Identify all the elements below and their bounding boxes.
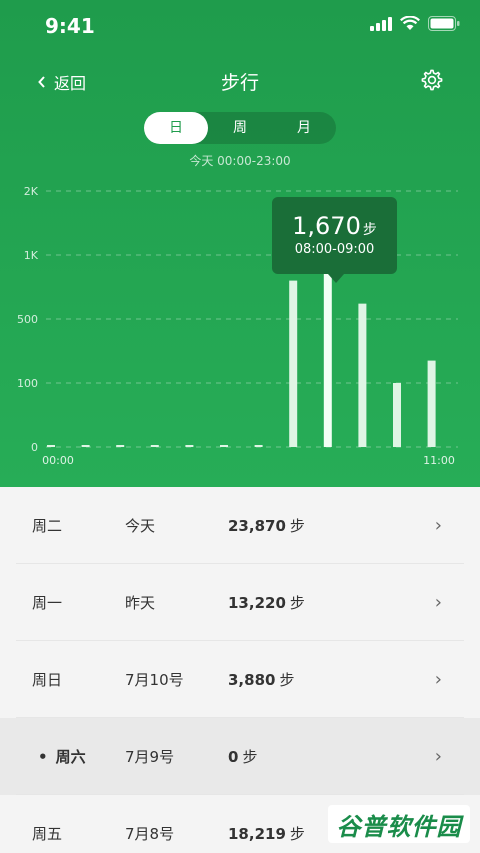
date-label: 7月9号	[125, 748, 175, 766]
weekday-text: 周二	[32, 517, 63, 535]
chevron-right-icon: ›	[434, 669, 442, 690]
x-tick-label: 11:00	[423, 454, 455, 467]
steps-number: 13,220	[228, 594, 286, 612]
status-icons	[370, 16, 460, 31]
y-tick-label: 0	[31, 441, 38, 454]
bar[interactable]	[47, 445, 55, 447]
battery-icon	[428, 16, 460, 31]
steps-unit: 步	[289, 825, 305, 843]
daily-steps-list: 周二 今天 23,870 步 › 周一 昨天 13,220 步 › 周日 7月10号 3,880 步 › • 周…	[0, 487, 480, 853]
chevron-right-icon: ›	[434, 746, 442, 767]
y-tick-label: 100	[17, 377, 38, 390]
x-tick-label: 00:00	[42, 454, 74, 467]
steps-number: 3,880	[228, 671, 276, 689]
steps-bar-chart: 0 100 500 1K 2K 00:00 11:00	[17, 185, 458, 467]
weekday-label: 周五	[32, 823, 62, 844]
steps-unit: 步	[289, 517, 305, 535]
tooltip-unit: 步	[362, 222, 377, 238]
tab-month[interactable]: 月	[272, 112, 336, 144]
weekday-label: 周日	[32, 669, 62, 690]
bar[interactable]	[150, 445, 159, 447]
chart-tooltip: 1,670 步 08:00-09:00	[272, 197, 397, 283]
time-range-label: 今天 00:00-23:00	[189, 154, 291, 168]
weekday-text: 周一	[32, 594, 63, 612]
steps-value: 13,220 步	[228, 592, 305, 613]
bar[interactable]	[358, 303, 367, 447]
weekday-text: 周五	[32, 825, 63, 843]
bar[interactable]	[220, 445, 228, 447]
steps-value: 18,219 步	[228, 823, 305, 844]
list-item[interactable]: 周一 昨天 13,220 步 ›	[0, 564, 480, 641]
settings-gear-icon[interactable]	[420, 68, 444, 92]
bar[interactable]	[427, 360, 436, 447]
steps-number: 0	[228, 748, 239, 766]
bar[interactable]	[254, 445, 263, 447]
status-time: 9:41	[45, 14, 95, 38]
list-item[interactable]: 周二 今天 23,870 步 ›	[0, 487, 480, 564]
chevron-right-icon: ›	[434, 592, 442, 613]
bar[interactable]	[289, 280, 298, 447]
period-segmented-control: 日 周 月	[144, 112, 336, 144]
steps-number: 23,870	[228, 517, 286, 535]
tab-week[interactable]: 周	[208, 112, 272, 144]
steps-unit: 步	[242, 748, 258, 766]
steps-number: 18,219	[228, 825, 286, 843]
steps-value: 3,880 步	[228, 669, 294, 690]
signal-icon	[370, 16, 392, 31]
tooltip-value: 1,670	[292, 212, 361, 240]
steps-value: 0步	[228, 746, 257, 767]
selected-dot: •	[38, 748, 48, 766]
bar[interactable]	[185, 445, 194, 447]
date-label: 7月8号	[125, 825, 175, 843]
watermark-logo: 谷普软件园	[328, 805, 470, 843]
bar[interactable]	[393, 383, 401, 447]
tooltip-range: 08:00-09:00	[294, 242, 375, 257]
list-item[interactable]: 周日 7月10号 3,880 步 ›	[0, 641, 480, 718]
y-tick-label: 1K	[24, 249, 39, 262]
nav-bar: 返回 步行	[0, 62, 480, 102]
wifi-icon	[400, 16, 420, 30]
page-title: 步行	[220, 72, 259, 94]
steps-unit: 步	[279, 671, 295, 689]
weekday-text: 周日	[32, 671, 63, 689]
bar[interactable]	[116, 445, 125, 447]
weekday-label: 周一	[32, 592, 62, 613]
status-bar: 9:41	[0, 0, 480, 52]
date-label: 昨天	[125, 594, 156, 612]
summary-header: 9:41 返回 步行 日 周 月 今天 00:00-23:00 0 100 50…	[0, 0, 480, 487]
weekday-label: • 周六	[38, 746, 86, 767]
date-label: 今天	[125, 517, 156, 535]
steps-unit: 步	[289, 594, 305, 612]
y-tick-label: 500	[17, 313, 38, 326]
weekday-label: 周二	[32, 515, 62, 536]
steps-value: 23,870 步	[228, 515, 305, 536]
chevron-right-icon: ›	[434, 515, 442, 536]
tab-day[interactable]: 日	[144, 112, 208, 144]
weekday-text: 周六	[55, 748, 86, 766]
bar[interactable]	[81, 445, 90, 447]
date-label: 7月10号	[125, 671, 184, 689]
y-tick-label: 2K	[24, 185, 39, 198]
list-item[interactable]: • 周六 7月9号 0 步 ›	[0, 718, 480, 795]
